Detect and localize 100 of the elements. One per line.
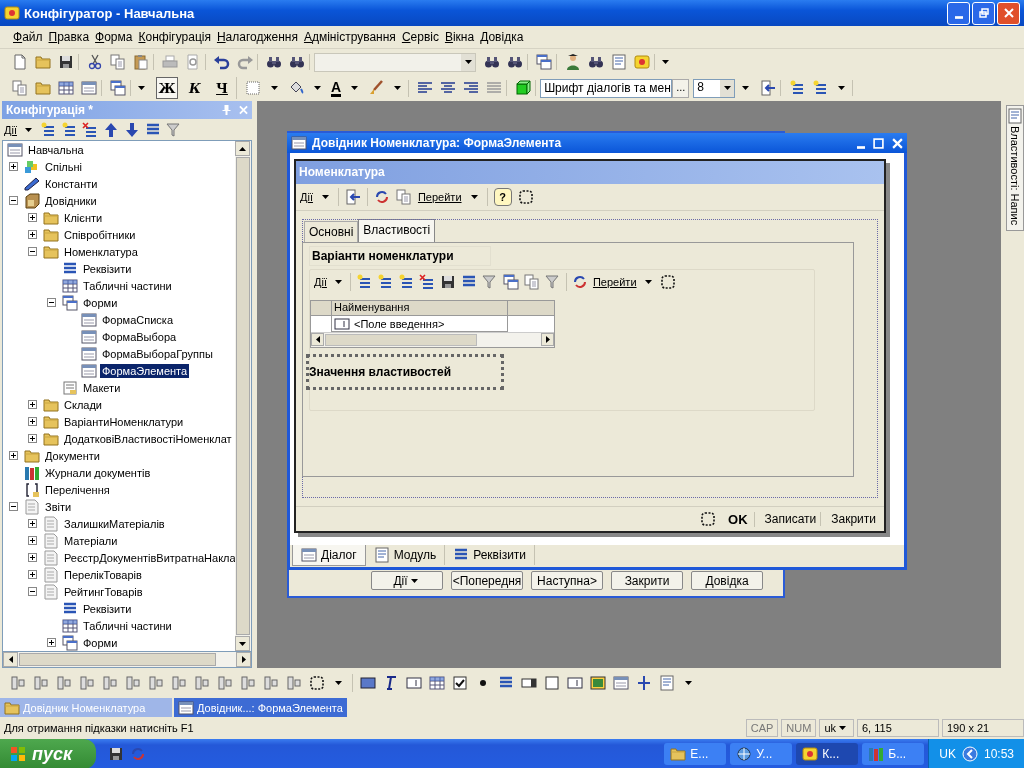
footer-button[interactable]: Записати xyxy=(760,512,822,526)
add-item-icon[interactable] xyxy=(355,274,372,290)
align-icon[interactable] xyxy=(171,675,187,691)
actions-menu[interactable]: Дії xyxy=(300,191,313,203)
windows-icon[interactable] xyxy=(502,274,519,290)
scroll-left-icon[interactable] xyxy=(315,336,320,343)
selection-icon[interactable] xyxy=(700,511,716,527)
help-badge-icon[interactable] xyxy=(634,54,650,70)
clipboard-icon[interactable] xyxy=(133,54,149,70)
scroll-up-icon[interactable] xyxy=(239,146,246,151)
add-item-icon[interactable] xyxy=(376,274,393,290)
scrollbar[interactable] xyxy=(235,141,251,651)
tree-item[interactable]: Навчальна xyxy=(26,142,86,157)
tree-item[interactable]: Довідники xyxy=(43,193,99,208)
tree-item[interactable]: Перелічення xyxy=(43,482,112,497)
taskbar-button[interactable]: У... xyxy=(730,743,793,765)
dialog-button[interactable]: Наступна> xyxy=(531,571,603,590)
selection-icon[interactable] xyxy=(517,189,534,205)
properties-tab[interactable]: Властивості: Напис xyxy=(1006,105,1024,231)
binoculars-icon[interactable] xyxy=(266,54,282,70)
tree-item[interactable]: Табличні частини xyxy=(81,618,174,633)
tree-item[interactable]: Документи xyxy=(43,448,102,463)
expand-icon[interactable] xyxy=(9,451,18,460)
copy-icon[interactable] xyxy=(523,274,540,290)
font-more-button[interactable]: ... xyxy=(672,78,690,98)
undo-icon[interactable] xyxy=(214,54,230,70)
menu-item[interactable]: Сервіс xyxy=(398,30,442,44)
tree-item[interactable]: Журнали документів xyxy=(43,465,153,480)
align-left-icon[interactable] xyxy=(417,80,434,96)
menu-item[interactable]: Адміністрування xyxy=(300,30,399,44)
align-icon[interactable] xyxy=(240,675,256,691)
align-icon[interactable] xyxy=(194,675,210,691)
menu-item[interactable]: Правка xyxy=(45,30,93,44)
expand-icon[interactable] xyxy=(28,400,37,409)
delete-item-icon[interactable] xyxy=(81,121,98,138)
expand-icon[interactable] xyxy=(28,213,37,222)
help-button[interactable]: ? xyxy=(493,188,512,206)
caret-icon[interactable] xyxy=(138,86,145,90)
caret-icon[interactable] xyxy=(838,86,846,90)
tree-item[interactable]: ДодатковіВластивостіНоменклат xyxy=(62,431,234,446)
caret-icon[interactable] xyxy=(464,60,472,64)
caret-icon[interactable] xyxy=(742,86,750,90)
dialog-button[interactable]: Закрити xyxy=(611,571,683,590)
caret-icon[interactable] xyxy=(470,195,478,199)
tree-item[interactable]: Макети xyxy=(81,380,123,395)
add-item-icon[interactable] xyxy=(39,121,56,138)
caret-icon[interactable] xyxy=(271,86,278,90)
scrollbar[interactable] xyxy=(2,652,252,668)
tree-item[interactable]: ФормаСписка xyxy=(100,312,175,327)
delete-item-icon[interactable] xyxy=(418,274,435,290)
scroll-left-icon[interactable] xyxy=(8,656,13,663)
down-arrow-icon[interactable] xyxy=(123,121,140,138)
refresh-icon[interactable] xyxy=(373,189,390,205)
caret-icon[interactable] xyxy=(662,60,669,64)
scroll-down-icon[interactable] xyxy=(239,641,246,646)
align-icon[interactable] xyxy=(125,675,141,691)
filter-icon[interactable] xyxy=(544,274,561,290)
add-item-icon[interactable] xyxy=(397,274,414,290)
expand-icon[interactable] xyxy=(47,638,56,647)
selected-label[interactable]: Значення властивостей xyxy=(306,354,504,390)
copy-icon[interactable] xyxy=(395,189,412,205)
caret-icon[interactable] xyxy=(839,726,846,730)
taskbar-button[interactable]: К... xyxy=(796,743,859,765)
caret-icon[interactable] xyxy=(410,578,418,583)
dialog-button[interactable]: Дії xyxy=(371,571,443,590)
caret-icon[interactable] xyxy=(334,280,342,284)
expand-icon[interactable] xyxy=(28,536,37,545)
italic-button[interactable]: К xyxy=(185,78,205,98)
form-icon[interactable] xyxy=(81,80,97,96)
tree-item[interactable]: РейтингТоварів xyxy=(62,584,145,599)
selection-icon[interactable] xyxy=(309,675,325,691)
copy-icon[interactable] xyxy=(110,54,126,70)
copy-icon[interactable] xyxy=(12,80,28,96)
menu-item[interactable]: Вікна xyxy=(441,30,478,44)
tab[interactable]: Властивості xyxy=(358,219,436,242)
collapse-icon[interactable] xyxy=(47,298,56,307)
menu-item[interactable]: Файл xyxy=(10,30,46,44)
collapse-icon[interactable] xyxy=(9,502,18,511)
language-selector[interactable]: uk xyxy=(819,719,854,737)
minimize-button[interactable] xyxy=(947,1,970,25)
checkbox-icon[interactable] xyxy=(452,675,468,691)
tree-item[interactable]: Звіти xyxy=(43,499,74,514)
tree-item[interactable]: Спільні xyxy=(43,159,84,174)
paint-bucket-icon[interactable] xyxy=(288,80,304,96)
tree-item[interactable]: Клієнти xyxy=(62,210,105,225)
align-icon[interactable] xyxy=(217,675,233,691)
caret-icon[interactable] xyxy=(335,681,342,685)
dialog-button[interactable]: Довідка xyxy=(691,571,763,590)
text-color-button[interactable]: A xyxy=(331,79,342,97)
person-icon[interactable] xyxy=(565,54,581,70)
windows-icon[interactable] xyxy=(536,54,552,70)
go-to-menu[interactable]: Перейти xyxy=(417,191,462,203)
refresh-icon[interactable] xyxy=(571,274,588,290)
tree-item[interactable]: ЗалишкиМатеріалів xyxy=(62,516,167,531)
menu-item[interactable]: Налагодження xyxy=(213,30,301,44)
tree-item[interactable]: Табличні частини xyxy=(81,278,174,293)
tree-item[interactable]: Склади xyxy=(62,397,104,412)
menu-item[interactable]: Форма xyxy=(92,30,136,44)
maximize-icon[interactable] xyxy=(873,137,884,149)
button-control-icon[interactable] xyxy=(360,675,376,691)
